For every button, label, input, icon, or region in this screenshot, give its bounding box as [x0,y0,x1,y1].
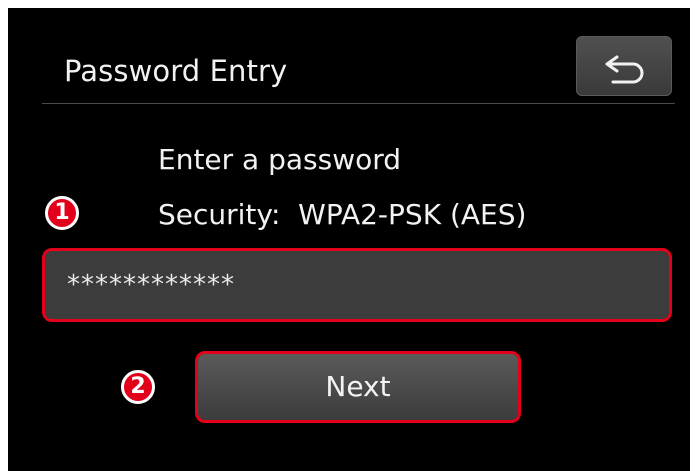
callout-marker-1: 1 [45,196,79,230]
header-divider [42,103,675,104]
security-type-label: Security: WPA2-PSK (AES) [158,198,527,231]
callout-marker-2: 2 [121,370,155,404]
back-arrow-icon [605,55,644,84]
back-button[interactable] [576,36,672,96]
page-title: Password Entry [64,54,288,88]
password-input[interactable] [42,248,672,322]
password-prompt: Enter a password [158,143,402,176]
next-button[interactable]: Next [195,351,521,423]
